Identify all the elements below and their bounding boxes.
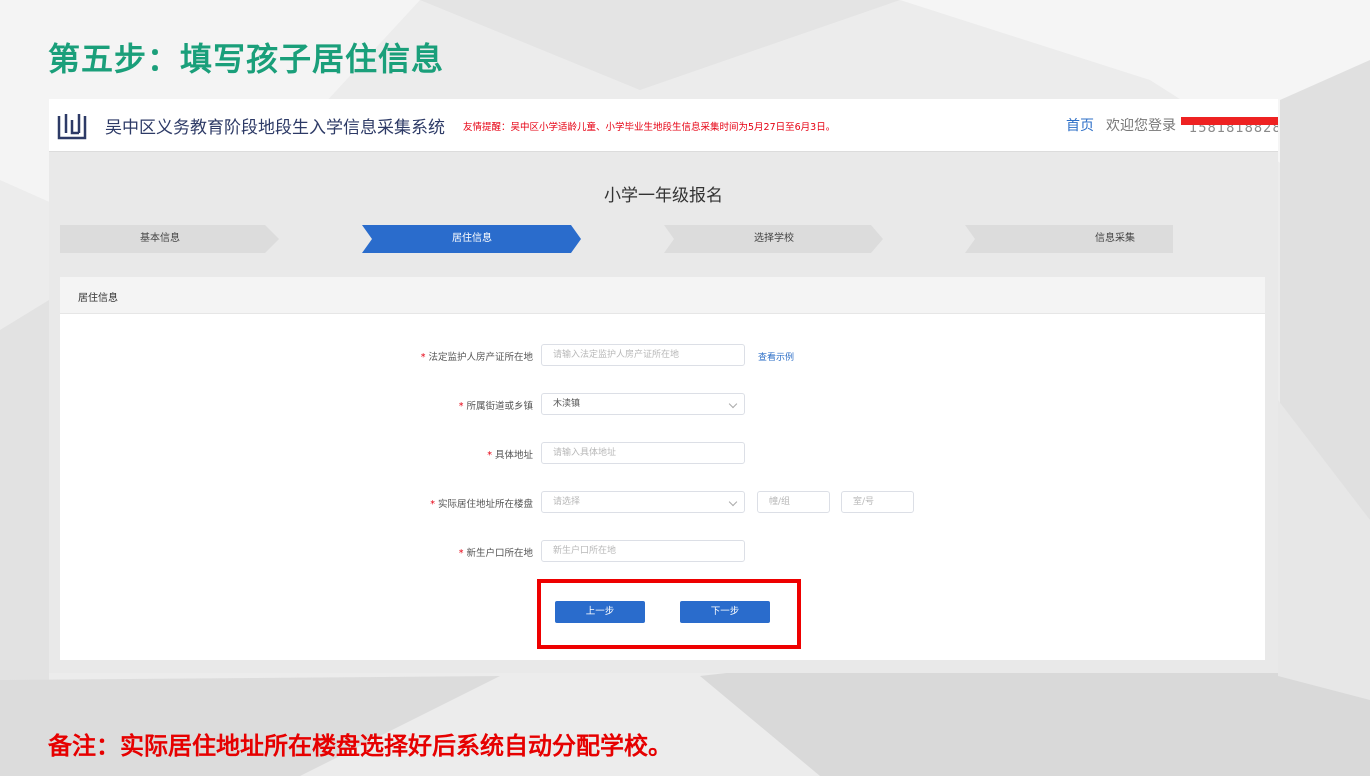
system-title: 吴中区义务教育阶段地段生入学信息采集系统 [105, 118, 445, 138]
property-location-input[interactable]: 请输入法定监护人房产证所在地 [541, 344, 745, 366]
nav-home-link[interactable]: 首页 [1066, 115, 1094, 135]
view-example-link[interactable]: 查看示例 [758, 350, 794, 363]
label-property-location: * 法定监护人房产证所在地 [420, 352, 533, 363]
detailed-address-input[interactable]: 请输入具体地址 [541, 442, 745, 464]
building-unit-input[interactable]: 幢/组 [757, 491, 830, 513]
system-logo-icon [57, 114, 87, 140]
buttons-highlight-box [537, 579, 801, 649]
welcome-text: 欢迎您登录 [1106, 118, 1176, 134]
household-registration-input[interactable]: 新生户口所在地 [541, 540, 745, 562]
top-header: 吴中区义务教育阶段地段生入学信息采集系统 友情提醒：吴中区小学适龄儿童、小学毕业… [49, 99, 1278, 152]
room-number-input[interactable]: 室/号 [841, 491, 914, 513]
label-street-town: * 所属街道或乡镇 [458, 401, 533, 412]
label-detailed-address: * 具体地址 [487, 450, 533, 461]
panel-title: 居住信息 [78, 293, 118, 304]
slide-note: 备注：实际居住地址所在楼盘选择好后系统自动分配学校。 [48, 732, 672, 760]
street-town-select[interactable]: 木渎镇 [541, 393, 745, 415]
residence-building-select[interactable]: 请选择 [541, 491, 745, 513]
slide-title: 第五步：填写孩子居住信息 [48, 40, 445, 78]
chevron-down-icon [728, 399, 738, 409]
step-basic-info[interactable]: 基本信息 [60, 225, 260, 253]
chevron-down-icon [728, 497, 738, 507]
page-heading: 小学一年级报名 [604, 186, 723, 206]
step-info-collection[interactable]: 信息采集 [975, 225, 1255, 253]
redaction-bar [1181, 117, 1278, 125]
label-household-registration: * 新生户口所在地 [458, 548, 533, 559]
step-residence-info[interactable]: 居住信息 [372, 225, 572, 253]
label-residence-building: * 实际居住地址所在楼盘 [430, 499, 533, 510]
step-progress: 基本信息 居住信息 选择学校 信息采集 [49, 225, 1278, 255]
panel-header: 居住信息 [60, 277, 1265, 314]
step-select-school[interactable]: 选择学校 [674, 225, 874, 253]
notice-banner: 友情提醒：吴中区小学适龄儿童、小学毕业生地段生信息采集时间为5月27日至6月3日… [463, 122, 836, 133]
